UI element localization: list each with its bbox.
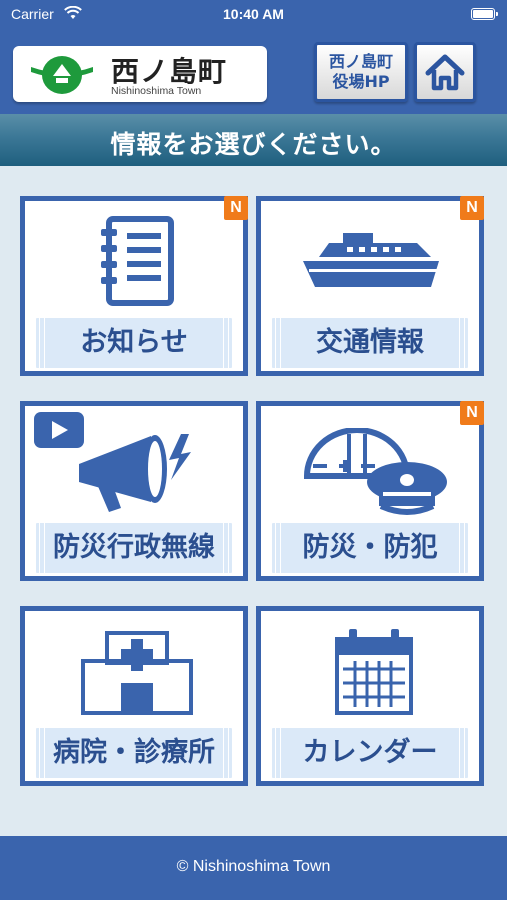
menu-tile-news[interactable]: お知らせ N: [20, 196, 248, 376]
town-office-hp-button[interactable]: 西ノ島町 役場HP: [314, 42, 408, 102]
prompt-text: 情報をお選びください。: [110, 130, 397, 159]
footer: © Nishinoshima Town: [0, 836, 507, 900]
megaphone-icon: [79, 434, 191, 512]
menu-tile-label: 病院・診療所: [53, 737, 215, 768]
copyright-text: © Nishinoshima Town: [176, 858, 331, 875]
town-name: 西ノ島町: [111, 55, 228, 88]
status-bar: Carrier 10:40 AM: [0, 0, 507, 30]
hp-button-line2: 役場HP: [332, 72, 390, 91]
menu-tile-label: カレンダー: [302, 737, 438, 768]
home-icon: [425, 54, 465, 91]
hp-button-line1: 西ノ島町: [328, 52, 393, 71]
calendar-icon: [335, 629, 413, 715]
hospital-icon: [81, 631, 193, 715]
town-name-english: Nishinoshima Town: [111, 85, 202, 97]
menu-tile-label: 防災行政無線: [53, 532, 215, 563]
ferry-icon: [303, 233, 439, 287]
new-badge: N: [460, 196, 484, 220]
notebook-icon: [101, 216, 174, 306]
menu-tile-safety[interactable]: 防災・防犯 N: [256, 401, 484, 581]
menu-tile-label: 防災・防犯: [302, 532, 438, 563]
new-badge: N: [224, 196, 248, 220]
app-header: 西ノ島町 Nishinoshima Town 西ノ島町 役場HP: [0, 30, 507, 114]
menu-tile-label: お知らせ: [80, 327, 188, 358]
helmet-cap-icon: [303, 428, 447, 515]
menu-tile-hospitals[interactable]: 病院・診療所: [20, 606, 248, 786]
menu-tile-label: 交通情報: [316, 327, 424, 358]
home-button[interactable]: [414, 42, 476, 102]
battery-icon: [471, 8, 498, 20]
prompt-bar: 情報をお選びください。: [0, 114, 507, 166]
new-badge: N: [460, 401, 484, 425]
town-logo: 西ノ島町 Nishinoshima Town: [13, 46, 267, 102]
menu-tile-calendar[interactable]: カレンダー: [256, 606, 484, 786]
menu-tile-disaster-radio[interactable]: 防災行政無線: [20, 401, 248, 581]
town-emblem-icon: [31, 56, 93, 94]
clock: 10:40 AM: [223, 6, 284, 22]
menu-tile-transport[interactable]: 交通情報 N: [256, 196, 484, 376]
